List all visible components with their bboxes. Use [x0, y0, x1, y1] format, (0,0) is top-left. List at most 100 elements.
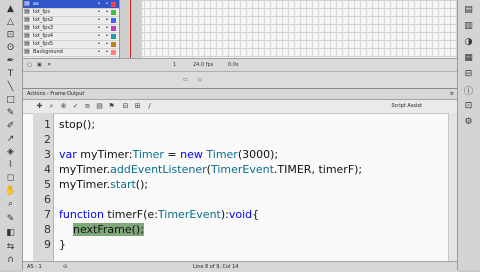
code-line-7[interactable]: function timerF(e:TimerEvent):void{ [59, 207, 259, 222]
right-panel-dock: ▤ ▥ ◑ ▦ ⊟ ⓘ ⊡ ⚙ [457, 0, 480, 270]
tab-actions-frame[interactable]: Actions - Frame [27, 89, 66, 99]
script-assist-button[interactable]: Script Assist [391, 102, 422, 111]
actions-status-bar: AS : 1 ⊙ Line 8 of 9, Col 14 [23, 261, 458, 272]
class-name: TimerEvent [210, 163, 274, 176]
panel-menu-icon[interactable]: ≡ [450, 89, 454, 99]
delete-layer-icon[interactable]: ✕ [47, 59, 51, 71]
lock-icon[interactable]: • [103, 8, 111, 16]
free-transform-tool-icon[interactable]: ⊡ [3, 30, 18, 41]
code-hint-icon[interactable]: ▤ [95, 102, 104, 111]
collapse-icon[interactable]: ⊟ [121, 102, 130, 111]
edit-symbols-icon[interactable]: ◇ [198, 75, 202, 85]
subselection-tool-icon[interactable]: △ [3, 17, 18, 28]
edit-scene-icon[interactable]: ▭ [183, 75, 188, 85]
keyword-new: new [180, 148, 203, 161]
hand-tool-icon[interactable]: ✋ [3, 186, 18, 197]
paint-bucket-tool-icon[interactable]: ◈ [3, 147, 18, 158]
swap-colors-icon[interactable]: ⇆ [3, 242, 18, 253]
code-line-8[interactable]: nextFrame(); [59, 222, 144, 237]
code-line-4[interactable]: myTimer.addEventListener(TimerEvent.TIME… [59, 162, 362, 177]
find-icon[interactable]: ⌕ [47, 102, 56, 111]
eye-icon[interactable]: • [95, 40, 103, 48]
insert-target-path-icon[interactable]: ⊕ [59, 102, 68, 111]
code-line-9[interactable]: } [59, 237, 66, 252]
rectangle-tool-icon[interactable]: □ [3, 95, 18, 106]
align-icon[interactable]: ⊟ [461, 68, 476, 80]
code-line-5[interactable]: myTimer.start(); [59, 177, 148, 192]
selected-code[interactable]: nextFrame(); [73, 223, 144, 236]
lock-icon[interactable]: • [103, 40, 111, 48]
timeline-panel: ▤ as • • ▤ txt_fps • • ▤ txt_fps2 • • ▤ … [23, 0, 458, 71]
code-text: .TIMER, timerF); [273, 163, 363, 176]
auto-format-icon[interactable]: ≡ [83, 102, 92, 111]
selection-tool-icon[interactable]: ▲ [3, 4, 18, 15]
snap-icon[interactable]: ∩ [3, 255, 18, 266]
library-icon[interactable]: ▥ [461, 20, 476, 32]
layer-color-swatch[interactable] [111, 1, 116, 7]
lock-icon[interactable]: • [103, 32, 111, 40]
zoom-tool-icon[interactable]: ⌕ [3, 199, 18, 210]
comment-icon[interactable]: / [145, 102, 154, 111]
playhead[interactable] [130, 0, 131, 58]
layer-color-swatch[interactable] [111, 25, 116, 31]
info-icon[interactable]: ⓘ [461, 84, 476, 97]
tab-output[interactable]: Output [67, 89, 84, 99]
expand-icon[interactable]: ⊞ [133, 102, 142, 111]
pin-script-icon[interactable]: ⊙ [63, 262, 67, 272]
layer-color-swatch[interactable] [111, 9, 116, 15]
eye-icon[interactable]: • [95, 16, 103, 24]
tools-panel: ▲ △ ⊡ ʘ ✒ T ╲ □ ✎ ✐ ↗ ◈ ⌇ ◻ ✋ ⌕ ✎ ◧ ⇆ ∩ [0, 0, 23, 270]
line-number: 7 [44, 208, 51, 221]
properties-icon[interactable]: ▤ [461, 4, 476, 16]
layer-color-swatch[interactable] [111, 49, 116, 55]
line-number: 2 [44, 133, 51, 146]
debug-options-icon[interactable]: ⚑ [107, 102, 116, 111]
eye-icon[interactable]: • [95, 48, 103, 56]
lasso-tool-icon[interactable]: ʘ [3, 43, 18, 54]
frame-grid[interactable] [120, 0, 458, 58]
eye-icon[interactable]: • [95, 8, 103, 16]
layer-name: txt_fps4 [33, 33, 54, 39]
code-line-1[interactable]: stop(); [59, 117, 95, 132]
lock-icon[interactable]: • [103, 48, 111, 56]
lock-icon[interactable]: • [103, 16, 111, 24]
eyedropper-tool-icon[interactable]: ⌇ [3, 160, 18, 171]
eye-icon[interactable]: • [95, 24, 103, 32]
layer-row-background[interactable]: ▤ Background • • [23, 48, 119, 57]
pen-tool-icon[interactable]: ✒ [3, 56, 18, 67]
layer-color-swatch[interactable] [111, 33, 116, 39]
new-layer-icon[interactable]: ▢ [27, 59, 32, 71]
layer-color-swatch[interactable] [111, 41, 116, 47]
lock-icon[interactable]: • [103, 0, 111, 8]
stroke-color-icon[interactable]: ✎ [3, 214, 18, 225]
components-icon[interactable]: ⚙ [461, 116, 476, 128]
keyframe-block[interactable] [120, 0, 142, 58]
layer-name: as [33, 1, 39, 7]
lock-icon[interactable]: • [103, 24, 111, 32]
line-number: 1 [44, 118, 51, 131]
method-name: start [110, 178, 136, 191]
eraser-tool-icon[interactable]: ◻ [3, 173, 18, 184]
bone-tool-icon[interactable]: ↗ [3, 134, 18, 145]
swatches-icon[interactable]: ▦ [461, 52, 476, 64]
brush-tool-icon[interactable]: ✐ [3, 121, 18, 132]
transform-icon[interactable]: ⊡ [461, 100, 476, 112]
check-syntax-icon[interactable]: ✓ [71, 102, 80, 111]
add-statement-icon[interactable]: ✚ [35, 102, 44, 111]
code-line-3[interactable]: var myTimer:Timer = new Timer(3000); [59, 147, 278, 162]
color-icon[interactable]: ◑ [461, 36, 476, 48]
new-folder-icon[interactable]: ▣ [37, 59, 42, 71]
script-tab[interactable]: AS : 1 [27, 262, 42, 272]
line-number-gutter: 1 2 3 4 5 6 7 8 9 [33, 113, 54, 261]
eye-icon[interactable]: • [95, 0, 103, 8]
fill-color-icon[interactable]: ◧ [3, 228, 18, 239]
layer-icon: ▤ [24, 40, 30, 47]
class-name: TimerEvent [157, 208, 221, 221]
method-name: addEventListener [110, 163, 207, 176]
text-tool-icon[interactable]: T [3, 69, 18, 80]
layer-color-swatch[interactable] [111, 17, 116, 23]
line-tool-icon[interactable]: ╲ [3, 82, 18, 93]
layer-name: Background [33, 49, 63, 55]
eye-icon[interactable]: • [95, 32, 103, 40]
pencil-tool-icon[interactable]: ✎ [3, 108, 18, 119]
